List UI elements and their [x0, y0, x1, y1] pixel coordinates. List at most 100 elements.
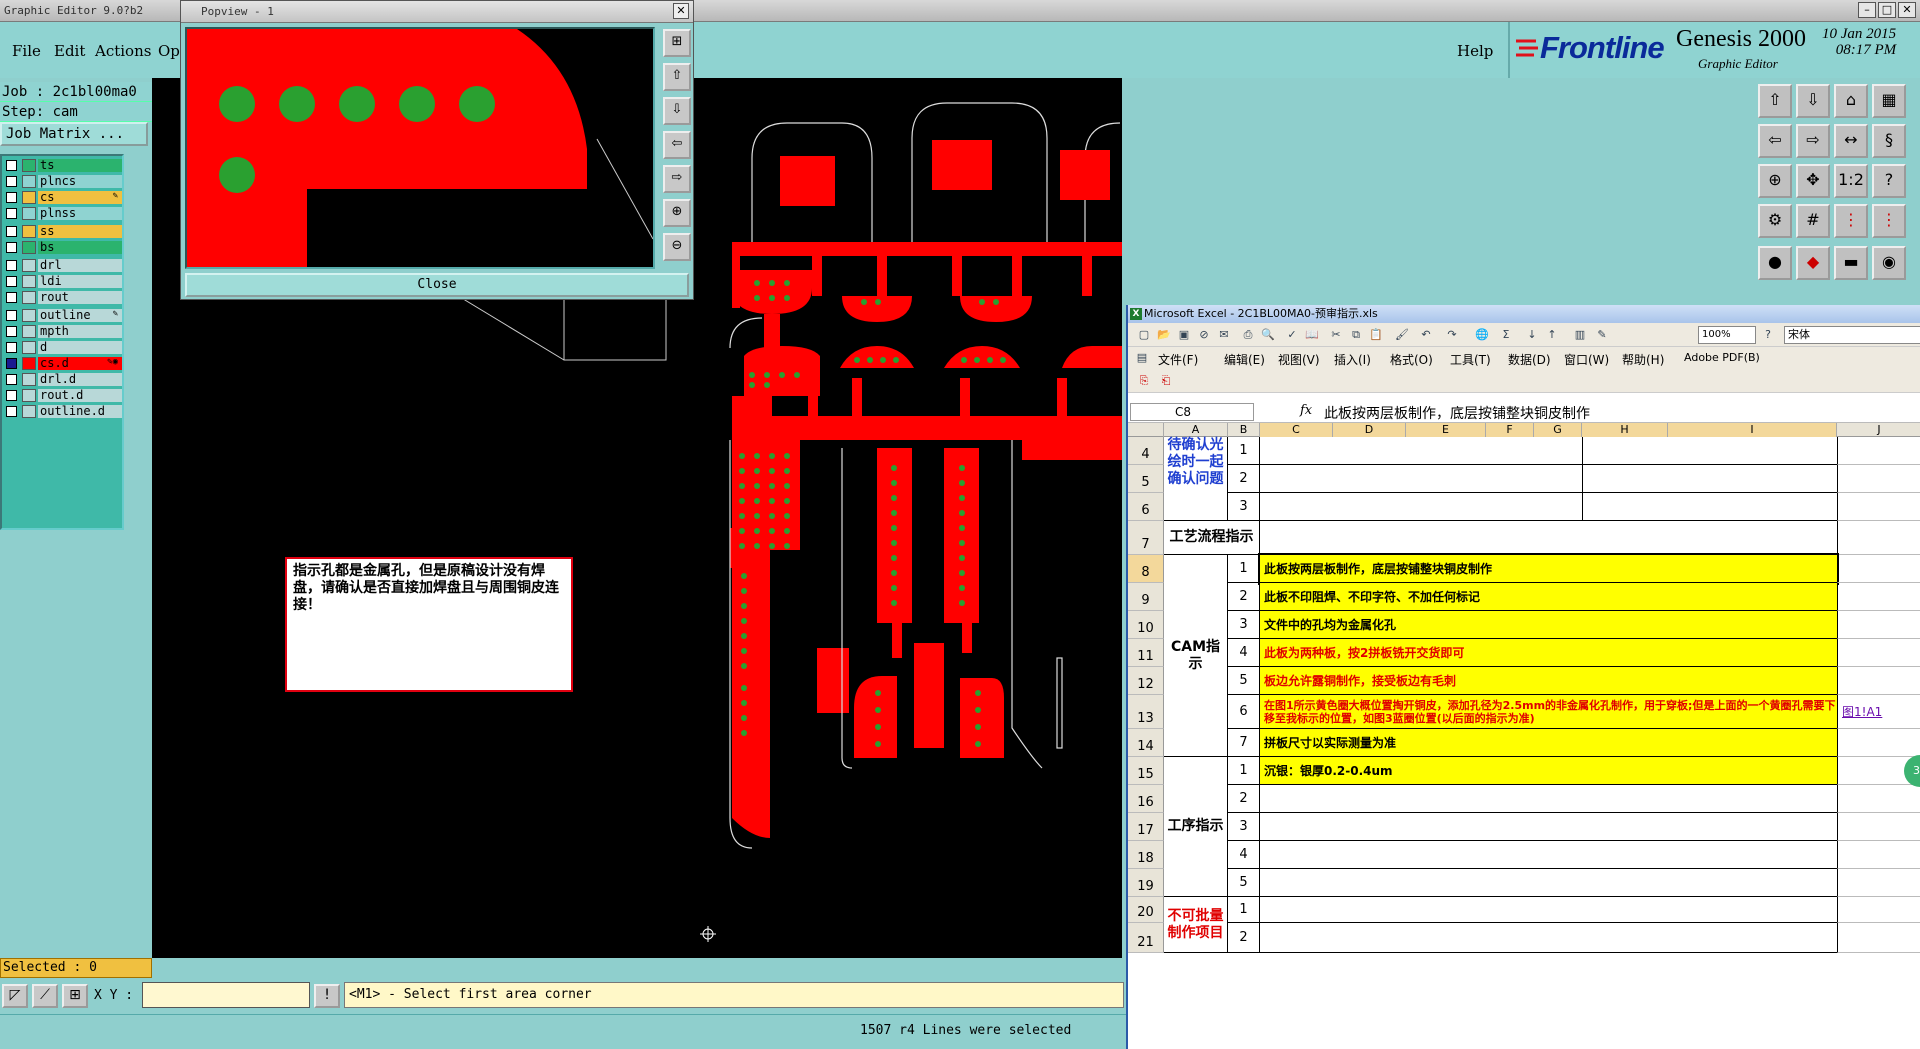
row-header[interactable]: 13	[1128, 695, 1164, 729]
cell-j[interactable]	[1837, 785, 1920, 813]
row-header[interactable]: 9	[1128, 583, 1164, 611]
excel-doc-icon[interactable]: ▤	[1134, 350, 1150, 366]
layer-row-ss[interactable]: ss	[2, 224, 124, 239]
layer-color-swatch[interactable]	[22, 241, 36, 254]
excel-menu-window[interactable]: 窗口(W)	[1564, 351, 1609, 368]
popview-fit-icon[interactable]: ⊞	[663, 29, 691, 57]
cell-c[interactable]: 拼板尺寸以实际测量为准	[1260, 729, 1837, 757]
group-label-process[interactable]: 工艺流程指示	[1164, 521, 1260, 555]
excel-menu-file[interactable]: 文件(F)	[1158, 351, 1198, 368]
popview-zoom-out-icon[interactable]: ⊖	[663, 233, 691, 261]
layer-color-swatch[interactable]	[22, 175, 36, 188]
layer-row-mpth[interactable]: mpth	[2, 324, 124, 339]
excel-menu-adobe[interactable]: Adobe PDF(B)	[1684, 351, 1760, 364]
cell-c[interactable]: 此板为两种板，按2拼板铣开交货即可	[1260, 639, 1837, 667]
cell-b[interactable]: 3	[1228, 813, 1260, 841]
layer-color-swatch[interactable]	[22, 275, 36, 288]
layer-color-swatch[interactable]	[22, 259, 36, 272]
tool-layer2-icon[interactable]: ⋮	[1872, 204, 1906, 238]
layer-name[interactable]: ss	[38, 225, 122, 238]
cell-c[interactable]: 沉银：银厚0.2-0.4um	[1260, 757, 1837, 785]
menu-help[interactable]: Help	[1457, 42, 1493, 60]
layer-checkbox[interactable]	[6, 292, 17, 303]
row-header[interactable]: 17	[1128, 813, 1164, 841]
cell-b[interactable]: 5	[1228, 869, 1260, 897]
row-header[interactable]: 7	[1128, 521, 1164, 555]
excel-menu-data[interactable]: 数据(D)	[1508, 351, 1551, 368]
column-header[interactable]: C	[1260, 423, 1333, 437]
redo-icon[interactable]: ↷	[1444, 327, 1460, 343]
layer-color-swatch[interactable]	[22, 389, 36, 402]
menu-file[interactable]: File	[12, 42, 41, 60]
tool-page-down-icon[interactable]: ⇩	[1796, 84, 1830, 118]
row-header[interactable]: 14	[1128, 729, 1164, 757]
zoom-select[interactable]: 100%	[1698, 326, 1756, 344]
tool-grid-icon[interactable]: #	[1796, 204, 1830, 238]
cell-j[interactable]	[1837, 841, 1920, 869]
group-label-proc[interactable]: 工序指示	[1164, 757, 1228, 897]
cell-j[interactable]	[1837, 923, 1920, 953]
tool-measure-icon[interactable]: ↔	[1834, 124, 1868, 158]
layer-row-ldi[interactable]: ldi	[2, 274, 124, 289]
layer-name[interactable]: cs	[38, 191, 122, 204]
cell-c[interactable]: 文件中的孔均为金属化孔	[1260, 611, 1837, 639]
row-header[interactable]: 20	[1128, 897, 1164, 923]
menu-actions[interactable]: Actions	[95, 42, 151, 60]
cell-j[interactable]	[1837, 813, 1920, 841]
layer-checkbox[interactable]	[6, 406, 17, 417]
tool-pan-icon[interactable]: ✥	[1796, 164, 1830, 198]
layer-row-drl[interactable]: drl	[2, 258, 124, 273]
column-header[interactable]: D	[1333, 423, 1406, 437]
cell-c[interactable]	[1260, 785, 1837, 813]
layer-checkbox[interactable]	[6, 310, 17, 321]
popview-left-icon[interactable]: ⇦	[663, 131, 691, 159]
spreadsheet-grid[interactable]: 4 1 5 2 6 3 7 8 1 此板按两层板制作，底层按铺整块铜皮制作 9 2 此板不印阻焊、不印字…	[1128, 437, 1920, 1049]
tool-snap-icon[interactable]: §	[1872, 124, 1906, 158]
tool-query-icon[interactable]: ?	[1872, 164, 1906, 198]
cell-h[interactable]	[1582, 465, 1837, 493]
layer-row-plncs[interactable]: plncs	[2, 174, 124, 189]
layer-color-swatch[interactable]	[22, 225, 36, 238]
open-icon[interactable]: 📂	[1156, 327, 1172, 343]
column-header[interactable]: B	[1228, 423, 1260, 437]
format-painter-icon[interactable]: 🖌	[1394, 327, 1410, 343]
pdf-icon[interactable]: ⎘	[1136, 373, 1152, 389]
menu-edit[interactable]: Edit	[54, 42, 85, 60]
cut-icon[interactable]: ✂	[1328, 327, 1344, 343]
layer-name[interactable]: mpth	[38, 325, 122, 338]
excel-menu-view[interactable]: 视图(V)	[1278, 351, 1320, 368]
layer-name[interactable]: ts	[38, 159, 122, 172]
layer-row-rout-d[interactable]: rout.d	[2, 388, 124, 403]
cell-j[interactable]	[1837, 639, 1920, 667]
fx-icon[interactable]: fx	[1300, 403, 1312, 418]
new-icon[interactable]: ▢	[1136, 327, 1152, 343]
cell-c[interactable]	[1260, 437, 1582, 465]
layer-color-swatch[interactable]	[22, 207, 36, 220]
cell-c[interactable]	[1260, 897, 1837, 923]
layer-name[interactable]: drl.d	[38, 373, 122, 386]
cell-b[interactable]: 5	[1228, 667, 1260, 695]
row-header[interactable]: 8	[1128, 555, 1164, 583]
layer-checkbox[interactable]	[6, 176, 17, 187]
layer-color-swatch[interactable]	[22, 357, 36, 370]
cell-b[interactable]: 2	[1228, 465, 1260, 493]
drawing-icon[interactable]: ✎	[1594, 327, 1610, 343]
cell-b[interactable]: 2	[1228, 923, 1260, 953]
autosum-icon[interactable]: Σ	[1498, 327, 1514, 343]
column-header[interactable]: E	[1406, 423, 1486, 437]
cell-b[interactable]: 1	[1228, 897, 1260, 923]
cell-c[interactable]: 此板不印阻焊、不印字符、不加任何标记	[1260, 583, 1837, 611]
cell-b[interactable]: 1	[1228, 437, 1260, 465]
layer-name[interactable]: ldi	[38, 275, 122, 288]
layer-color-swatch[interactable]	[22, 341, 36, 354]
layer-checkbox[interactable]	[6, 390, 17, 401]
layer-row-outline[interactable]: outline ✎	[2, 308, 124, 323]
copy-icon[interactable]: ⧉	[1348, 327, 1364, 343]
row-header[interactable]: 6	[1128, 493, 1164, 521]
popview-down-icon[interactable]: ⇩	[663, 97, 691, 125]
layer-checkbox[interactable]	[6, 358, 17, 369]
menu-options[interactable]: Op	[158, 42, 180, 60]
cell-b[interactable]: 6	[1228, 695, 1260, 729]
print-icon[interactable]: ⎙	[1240, 327, 1256, 343]
help-icon[interactable]: ?	[1760, 327, 1776, 343]
